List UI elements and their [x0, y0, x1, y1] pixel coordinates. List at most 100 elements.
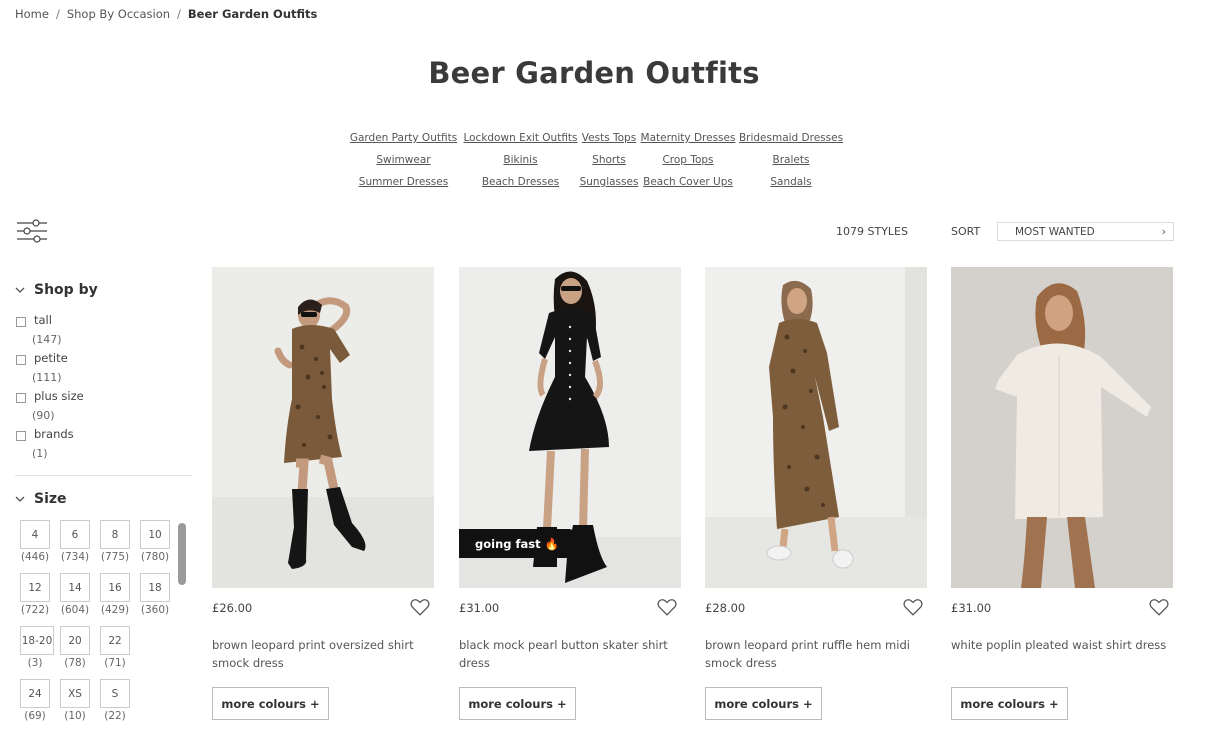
checkbox[interactable] — [16, 355, 26, 365]
product-price: £28.00 — [705, 601, 746, 615]
size-count: (734) — [60, 551, 90, 563]
heart-icon[interactable] — [902, 596, 924, 618]
size-option[interactable]: 18 (360) — [140, 573, 180, 616]
breadcrumb: Home / Shop By Occasion / Beer Garden Ou… — [15, 7, 317, 21]
chevron-right-icon: › — [1161, 225, 1166, 238]
chevron-down-icon — [15, 493, 25, 506]
size-count: (446) — [20, 551, 50, 563]
checkbox[interactable] — [16, 393, 26, 403]
size-option[interactable]: 4 (446) — [20, 520, 60, 563]
product-name[interactable]: white poplin pleated waist shirt dress — [951, 636, 1173, 654]
size-option[interactable]: 8 (775) — [100, 520, 140, 563]
size-box[interactable]: 22 — [100, 626, 130, 655]
size-option[interactable]: 6 (734) — [60, 520, 100, 563]
quick-link[interactable]: Crop Tops — [639, 153, 737, 168]
size-box[interactable]: 18 — [140, 573, 170, 602]
size-count: (429) — [100, 604, 130, 616]
quick-link[interactable]: Swimwear — [345, 153, 462, 168]
size-box[interactable]: 4 — [20, 520, 50, 549]
size-count: (722) — [20, 604, 50, 616]
quick-link[interactable]: Vests Tops — [579, 131, 639, 146]
breadcrumb-separator: / — [177, 7, 181, 21]
size-option[interactable]: 20 (78) — [60, 626, 100, 669]
product-image[interactable] — [212, 267, 434, 588]
option-label: plus size — [34, 389, 84, 403]
size-count: (360) — [140, 604, 170, 616]
quick-link[interactable]: Sunglasses — [579, 175, 639, 190]
more-colours-button[interactable]: more colours + — [951, 687, 1068, 720]
size-box[interactable]: 10 — [140, 520, 170, 549]
quick-link[interactable]: Summer Dresses — [345, 175, 462, 190]
shop-by-header[interactable]: Shop by — [15, 280, 98, 300]
sliders-icon — [17, 219, 47, 243]
size-header[interactable]: Size — [15, 489, 67, 509]
shop-by-title: Shop by — [34, 282, 98, 298]
size-option[interactable]: 18-20 (3) — [20, 626, 60, 669]
quick-link[interactable]: Bralets — [737, 153, 845, 168]
sidebar-scrollbar[interactable] — [178, 523, 186, 585]
product-card: going fast 🔥 £31.00 black mock pearl but… — [459, 267, 681, 720]
filter-option-brands[interactable]: brands (1) — [15, 427, 193, 465]
heart-icon[interactable] — [409, 596, 431, 618]
size-option[interactable]: 14 (604) — [60, 573, 100, 616]
size-box[interactable]: 24 — [20, 679, 50, 708]
more-colours-button[interactable]: more colours + — [459, 687, 576, 720]
filter-toggle-button[interactable] — [16, 218, 48, 244]
shop-by-options: tall (147) petite (111) plus size (90) b… — [15, 313, 193, 465]
size-option[interactable]: 24 (69) — [20, 679, 60, 722]
breadcrumb-current: Beer Garden Outfits — [187, 7, 318, 21]
size-count: (69) — [24, 710, 46, 722]
size-box[interactable]: 16 — [100, 573, 130, 602]
sort-select[interactable]: MOST WANTED › — [997, 222, 1174, 241]
quick-link[interactable]: Bikinis — [462, 153, 579, 168]
option-label: petite — [34, 351, 68, 365]
breadcrumb-shop-by-occasion[interactable]: Shop By Occasion — [67, 7, 170, 21]
heart-icon[interactable] — [1148, 596, 1170, 618]
size-section: Size — [15, 489, 67, 509]
quick-link[interactable]: Bridesmaid Dresses — [737, 131, 845, 146]
size-option[interactable]: 12 (722) — [20, 573, 60, 616]
quick-link[interactable]: Beach Cover Ups — [639, 175, 737, 190]
filter-option-plus-size[interactable]: plus size (90) — [15, 389, 193, 427]
size-box[interactable]: XS — [60, 679, 90, 708]
more-colours-button[interactable]: more colours + — [212, 687, 329, 720]
quick-link[interactable]: Beach Dresses — [462, 175, 579, 190]
product-name[interactable]: brown leopard print oversized shirt smoc… — [212, 636, 434, 672]
product-image[interactable] — [705, 267, 927, 588]
more-colours-button[interactable]: more colours + — [705, 687, 822, 720]
filter-option-petite[interactable]: petite (111) — [15, 351, 193, 389]
size-box[interactable]: 8 — [100, 520, 130, 549]
product-image[interactable]: going fast 🔥 — [459, 267, 681, 588]
product-name[interactable]: black mock pearl button skater shirt dre… — [459, 636, 681, 672]
checkbox[interactable] — [16, 317, 26, 327]
size-box[interactable]: 12 — [20, 573, 50, 602]
size-option[interactable]: 16 (429) — [100, 573, 140, 616]
quick-link[interactable]: Garden Party Outfits — [345, 131, 462, 146]
size-option[interactable]: 10 (780) — [140, 520, 180, 563]
heart-icon[interactable] — [656, 596, 678, 618]
size-box[interactable]: 6 — [60, 520, 90, 549]
size-box[interactable]: 20 — [60, 626, 90, 655]
size-count: (10) — [64, 710, 86, 722]
product-price: £31.00 — [459, 601, 500, 615]
size-box[interactable]: S — [100, 679, 130, 708]
breadcrumb-home[interactable]: Home — [15, 7, 49, 21]
size-option[interactable]: XS (10) — [60, 679, 100, 722]
size-option[interactable]: S (22) — [100, 679, 140, 722]
quick-link[interactable]: Shorts — [579, 153, 639, 168]
size-box[interactable]: 18-20 — [20, 626, 54, 655]
filter-option-tall[interactable]: tall (147) — [15, 313, 193, 351]
quick-link[interactable]: Lockdown Exit Outfits — [462, 131, 579, 146]
page-title: Beer Garden Outfits — [428, 56, 760, 90]
checkbox[interactable] — [16, 431, 26, 441]
size-box[interactable]: 14 — [60, 573, 90, 602]
size-option[interactable]: 22 (71) — [100, 626, 140, 669]
option-count: (90) — [32, 409, 55, 422]
size-count: (3) — [27, 657, 43, 669]
product-name[interactable]: brown leopard print ruffle hem midi smoc… — [705, 636, 927, 672]
product-image[interactable] — [951, 267, 1173, 588]
sidebar-divider — [15, 475, 192, 476]
quick-link[interactable]: Sandals — [737, 175, 845, 190]
size-count: (22) — [104, 710, 126, 722]
quick-link[interactable]: Maternity Dresses — [639, 131, 737, 146]
